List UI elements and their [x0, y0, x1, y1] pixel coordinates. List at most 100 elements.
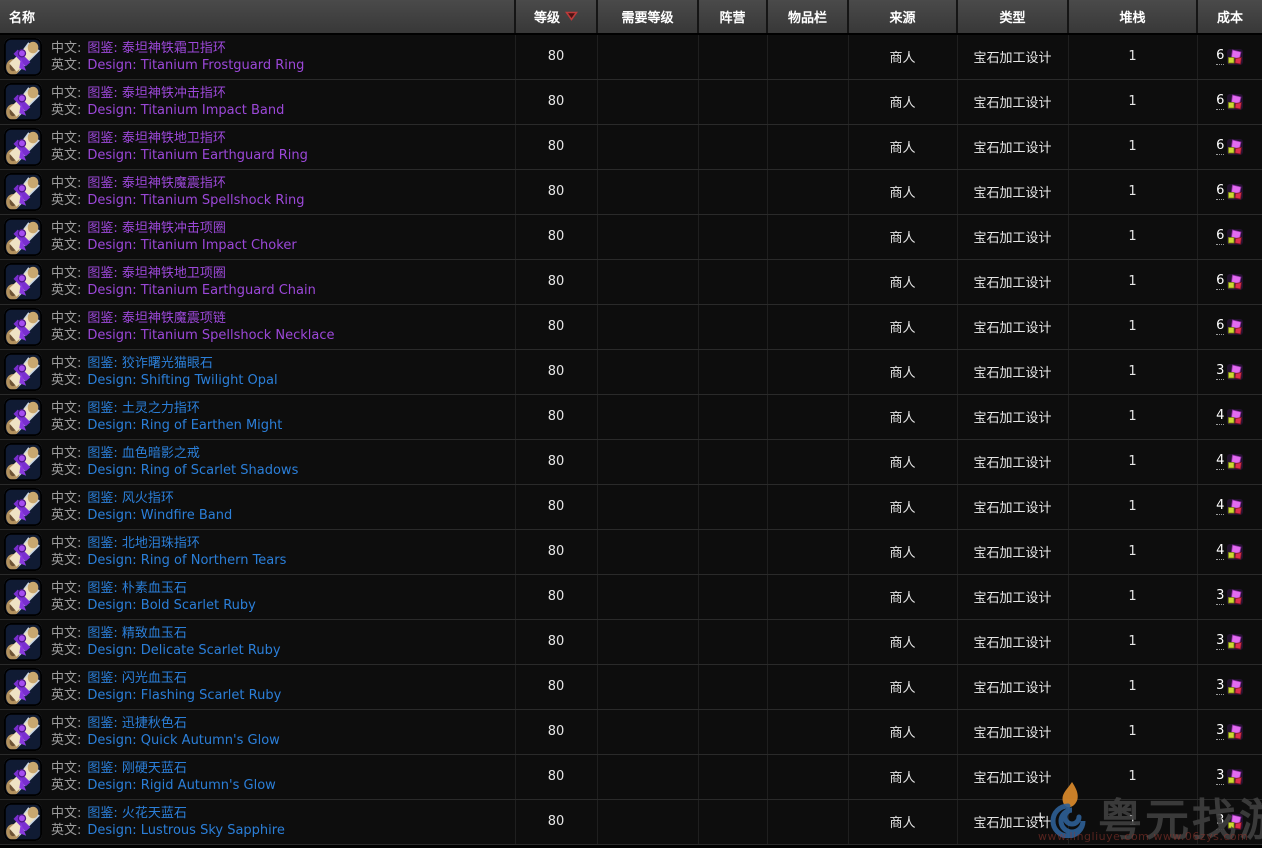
design-scroll-icon[interactable] [4, 128, 42, 166]
jewelcrafter-token-icon[interactable] [1227, 274, 1243, 290]
jewelcrafter-token-icon[interactable] [1227, 409, 1243, 425]
cost-amount[interactable]: 6 [1216, 318, 1224, 335]
cost-amount[interactable]: 3 [1216, 723, 1224, 740]
column-header-slot[interactable]: 物品栏 [767, 0, 848, 34]
design-scroll-icon[interactable] [4, 758, 42, 796]
jewelcrafter-token-icon[interactable] [1227, 184, 1243, 200]
design-scroll-icon[interactable] [4, 713, 42, 751]
cost-amount[interactable]: 6 [1216, 273, 1224, 290]
item-name-en-link[interactable]: Design: Windfire Band [87, 508, 232, 523]
design-scroll-icon[interactable] [4, 353, 42, 391]
item-name-en-link[interactable]: Design: Quick Autumn's Glow [87, 733, 279, 748]
design-scroll-icon[interactable] [4, 623, 42, 661]
jewelcrafter-token-icon[interactable] [1227, 94, 1243, 110]
jewelcrafter-token-icon[interactable] [1227, 544, 1243, 560]
jewelcrafter-token-icon[interactable] [1227, 139, 1243, 155]
cost-amount[interactable]: 3 [1216, 633, 1224, 650]
item-name-en-link[interactable]: Design: Ring of Earthen Might [87, 418, 282, 433]
design-scroll-icon[interactable] [4, 173, 42, 211]
item-name-en-link[interactable]: Design: Ring of Northern Tears [87, 553, 286, 568]
column-header-name[interactable]: 名称 [0, 0, 515, 34]
item-name-cn-link[interactable]: 图鉴: 泰坦神铁霜卫指环 [87, 41, 226, 56]
item-name-cn-link[interactable]: 图鉴: 泰坦神铁魔震指环 [87, 176, 226, 191]
jewelcrafter-token-icon[interactable] [1227, 724, 1243, 740]
item-name-cn-link[interactable]: 图鉴: 风火指环 [87, 491, 174, 506]
item-name-en-link[interactable]: Design: Bold Scarlet Ruby [87, 598, 255, 613]
column-header-cost[interactable]: 成本 [1197, 0, 1262, 34]
item-name-en-link[interactable]: Design: Titanium Frostguard Ring [87, 58, 304, 73]
cost-amount[interactable]: 6 [1216, 48, 1224, 65]
item-name-cn-link[interactable]: 图鉴: 泰坦神铁魔震项链 [87, 311, 226, 326]
item-name-en-link[interactable]: Design: Titanium Earthguard Chain [87, 283, 315, 298]
design-scroll-icon[interactable] [4, 263, 42, 301]
item-name-cn-link[interactable]: 图鉴: 泰坦神铁冲击项圈 [87, 221, 226, 236]
cost-amount[interactable]: 3 [1216, 363, 1224, 380]
item-name-cn-link[interactable]: 图鉴: 血色暗影之戒 [87, 446, 200, 461]
column-header-stack[interactable]: 堆栈 [1068, 0, 1197, 34]
cost-amount[interactable]: 3 [1216, 813, 1224, 830]
cost-amount[interactable]: 4 [1216, 453, 1224, 470]
jewelcrafter-token-icon[interactable] [1227, 769, 1243, 785]
item-name-en-link[interactable]: Design: Titanium Earthguard Ring [87, 148, 307, 163]
cost-amount[interactable]: 3 [1216, 768, 1224, 785]
jewelcrafter-token-icon[interactable] [1227, 454, 1243, 470]
jewelcrafter-token-icon[interactable] [1227, 364, 1243, 380]
jewelcrafter-token-icon[interactable] [1227, 679, 1243, 695]
item-name-cn-link[interactable]: 图鉴: 北地泪珠指环 [87, 536, 200, 551]
design-scroll-icon[interactable] [4, 668, 42, 706]
jewelcrafter-token-icon[interactable] [1227, 814, 1243, 830]
item-name-en-link[interactable]: Design: Titanium Spellshock Necklace [87, 328, 334, 343]
design-scroll-icon[interactable] [4, 218, 42, 256]
column-header-level[interactable]: 等级 [515, 0, 597, 34]
jewelcrafter-token-icon[interactable] [1227, 499, 1243, 515]
item-name-en-link[interactable]: Design: Titanium Impact Band [87, 103, 284, 118]
design-scroll-icon[interactable] [4, 38, 42, 76]
item-name-cn-link[interactable]: 图鉴: 泰坦神铁地卫指环 [87, 131, 226, 146]
item-name-cn-link[interactable]: 图鉴: 闪光血玉石 [87, 671, 187, 686]
jewelcrafter-token-icon[interactable] [1227, 589, 1243, 605]
cost-amount[interactable]: 4 [1216, 408, 1224, 425]
cost-amount[interactable]: 6 [1216, 93, 1224, 110]
cost-amount[interactable]: 4 [1216, 543, 1224, 560]
item-name-cn-link[interactable]: 图鉴: 精致血玉石 [87, 626, 187, 641]
design-scroll-icon[interactable] [4, 83, 42, 121]
cost-amount[interactable]: 6 [1216, 228, 1224, 245]
design-scroll-icon[interactable] [4, 578, 42, 616]
design-scroll-icon[interactable] [4, 398, 42, 436]
column-header-req_level[interactable]: 需要等级 [597, 0, 698, 34]
lang-label-en: 英文: [51, 328, 81, 343]
item-name-en-link[interactable]: Design: Flashing Scarlet Ruby [87, 688, 281, 703]
cost-amount[interactable]: 4 [1216, 498, 1224, 515]
design-scroll-icon[interactable] [4, 533, 42, 571]
cost-amount[interactable]: 3 [1216, 588, 1224, 605]
cost-amount[interactable]: 3 [1216, 678, 1224, 695]
item-name-cn-link[interactable]: 图鉴: 朴素血玉石 [87, 581, 187, 596]
column-header-source[interactable]: 来源 [848, 0, 957, 34]
item-name-cn-link[interactable]: 图鉴: 泰坦神铁地卫项圈 [87, 266, 226, 281]
cost-amount[interactable]: 6 [1216, 138, 1224, 155]
item-name-cn-link[interactable]: 图鉴: 迅捷秋色石 [87, 716, 187, 731]
item-name-en-link[interactable]: Design: Titanium Spellshock Ring [87, 193, 304, 208]
item-name-en-link[interactable]: Design: Delicate Scarlet Ruby [87, 643, 280, 658]
design-scroll-icon[interactable] [4, 308, 42, 346]
jewelcrafter-token-icon[interactable] [1227, 49, 1243, 65]
item-name-cn-link[interactable]: 图鉴: 土灵之力指环 [87, 401, 200, 416]
column-header-faction[interactable]: 阵营 [698, 0, 767, 34]
jewelcrafter-token-icon[interactable] [1227, 319, 1243, 335]
item-name-cn-link[interactable]: 图鉴: 刚硬天蓝石 [87, 761, 187, 776]
jewelcrafter-token-icon[interactable] [1227, 634, 1243, 650]
item-name-en-link[interactable]: Design: Rigid Autumn's Glow [87, 778, 275, 793]
cost-amount[interactable]: 6 [1216, 183, 1224, 200]
column-header-type[interactable]: 类型 [957, 0, 1068, 34]
item-name-cn-link[interactable]: 图鉴: 火花天蓝石 [87, 806, 187, 821]
item-name-en-link[interactable]: Design: Ring of Scarlet Shadows [87, 463, 298, 478]
jewelcrafter-token-icon[interactable] [1227, 229, 1243, 245]
item-name-en-link[interactable]: Design: Titanium Impact Choker [87, 238, 296, 253]
item-name-cn-link[interactable]: 图鉴: 狡诈曙光猫眼石 [87, 356, 213, 371]
design-scroll-icon[interactable] [4, 803, 42, 841]
item-name-cn-link[interactable]: 图鉴: 泰坦神铁冲击指环 [87, 86, 226, 101]
item-name-en-link[interactable]: Design: Shifting Twilight Opal [87, 373, 277, 388]
item-name-en-link[interactable]: Design: Lustrous Sky Sapphire [87, 823, 284, 838]
design-scroll-icon[interactable] [4, 488, 42, 526]
design-scroll-icon[interactable] [4, 443, 42, 481]
